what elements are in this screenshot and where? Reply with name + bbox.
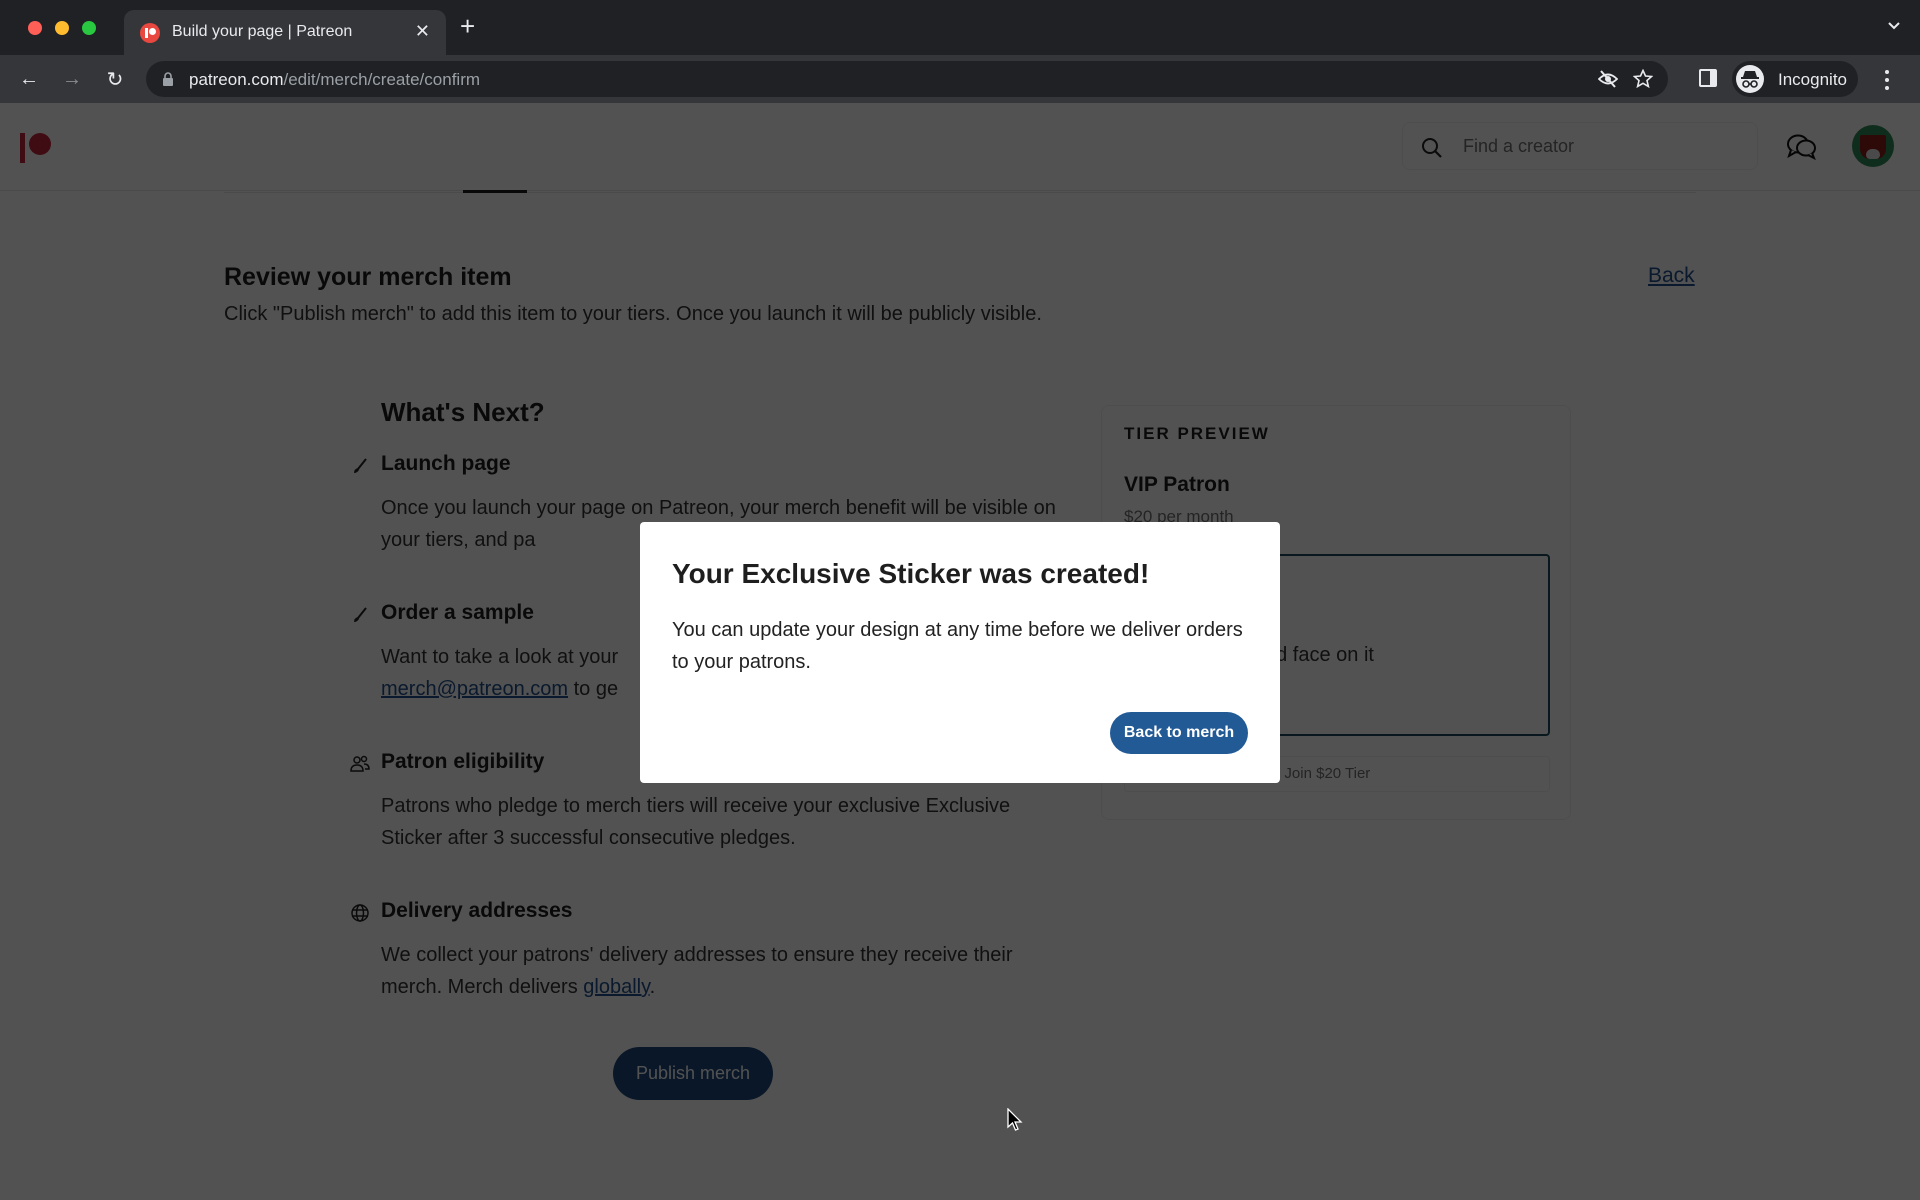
window-minimize-button[interactable] xyxy=(55,21,69,35)
browser-menu-kebab-icon[interactable] xyxy=(1884,68,1890,90)
new-tab-plus-icon[interactable]: + xyxy=(460,13,475,39)
patreon-page: Review your merch item Click "Publish me… xyxy=(0,103,1920,1200)
url-path: /edit/merch/create/confirm xyxy=(283,70,481,89)
window-close-button[interactable] xyxy=(28,21,42,35)
browser-tab[interactable]: Build your page | Patreon ✕ xyxy=(124,10,446,55)
bookmark-star-icon[interactable] xyxy=(1633,69,1653,89)
lock-icon xyxy=(163,72,173,86)
dialog-body: You can update your design at any time b… xyxy=(672,619,1243,673)
tab-title: Build your page | Patreon xyxy=(172,23,353,40)
browser-tab-bar: Build your page | Patreon ✕ + xyxy=(0,0,1920,55)
url-host: patreon.com xyxy=(189,70,284,89)
back-to-merch-button[interactable]: Back to merch xyxy=(1110,712,1248,754)
side-panel-icon[interactable] xyxy=(1699,69,1717,87)
eye-off-icon[interactable] xyxy=(1598,70,1618,88)
tab-search-chevron-down-icon[interactable] xyxy=(1886,18,1902,34)
incognito-label: Incognito xyxy=(1778,70,1847,89)
address-bar[interactable]: patreon.com/edit/merch/create/confirm xyxy=(146,61,1668,97)
patreon-favicon-icon xyxy=(140,23,160,43)
reload-icon[interactable]: ↻ xyxy=(103,67,127,91)
mouse-cursor-icon xyxy=(1007,1108,1023,1131)
incognito-profile-button[interactable]: Incognito xyxy=(1732,61,1858,97)
window-maximize-button[interactable] xyxy=(82,21,96,35)
dialog-title: Your Exclusive Sticker was created! xyxy=(672,558,1150,589)
back-arrow-icon[interactable]: ← xyxy=(17,67,41,91)
browser-toolbar: ← → ↻ patreon.com/edit/merch/create/conf… xyxy=(0,55,1920,103)
merch-created-dialog: Your Exclusive Sticker was created! You … xyxy=(640,522,1280,783)
incognito-icon xyxy=(1736,65,1764,93)
forward-arrow-icon[interactable]: → xyxy=(60,67,84,91)
url-text[interactable]: patreon.com/edit/merch/create/confirm xyxy=(189,70,480,90)
tab-close-icon[interactable]: ✕ xyxy=(415,21,430,42)
